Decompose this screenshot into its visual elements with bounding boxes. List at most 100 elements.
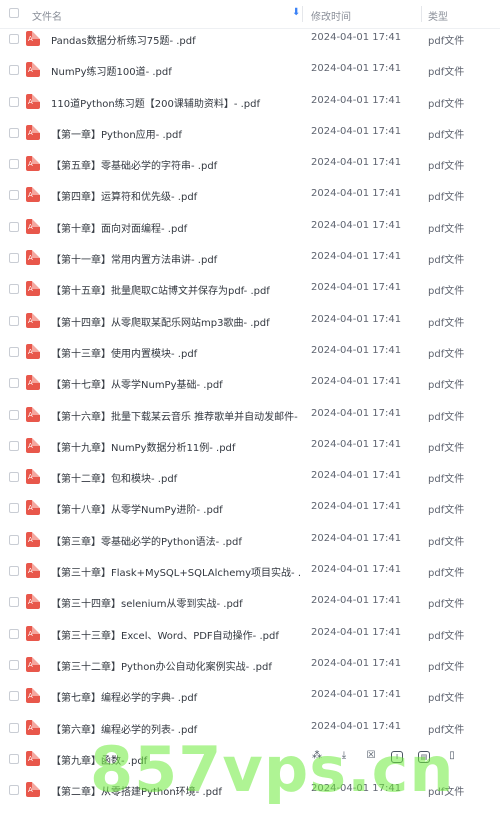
file-row[interactable]: A 【第十一章】常用内置方法串讲- .pdf 2024-04-01 17:41 pdf… (0, 242, 500, 273)
delete-icon[interactable]: ☒ (364, 749, 378, 763)
rename-icon[interactable]: I (391, 750, 403, 763)
row-checkbox[interactable] (9, 65, 19, 76)
file-row[interactable]: A 【第三十章】Flask+MySQL+SQLAlchemy项目实战- .pdf 2… (0, 555, 500, 586)
file-name[interactable]: 110道Python练习题【200课辅助资料】- .pdf (51, 95, 301, 110)
file-modified-time: 2024-04-01 17:41 (311, 720, 402, 732)
file-row[interactable]: A 【第一章】Python应用- .pdf 2024-04-01 17:41 pdf文… (0, 117, 500, 148)
column-time-header[interactable]: 修改时间 (311, 8, 351, 23)
file-name[interactable]: 【第三十章】Flask+MySQL+SQLAlchemy项目实战- .pdf (51, 564, 301, 579)
file-row[interactable]: A 【第三章】零基础必学的Python语法- .pdf 2024-04-01 17:… (0, 524, 500, 555)
file-name[interactable]: 【第十六章】批量下载某云音乐 推荐歌单并自动发邮件- .... (51, 408, 301, 423)
row-checkbox[interactable] (9, 472, 19, 483)
file-row[interactable]: A 【第十八章】从零学NumPy进阶- .pdf 2024-04-01 17:41 p… (0, 492, 500, 523)
row-checkbox[interactable] (9, 628, 19, 639)
row-checkbox[interactable] (9, 597, 19, 608)
file-row[interactable]: A 【第七章】编程必学的字典- .pdf 2024-04-01 17:41 pdf文件 (0, 680, 500, 711)
pdf-file-icon: A (26, 594, 40, 610)
row-checkbox[interactable] (9, 566, 19, 577)
file-name[interactable]: 【第九章】函数- .pdf (51, 752, 301, 767)
file-name[interactable]: NumPy练习题100道- .pdf (51, 63, 301, 78)
file-name[interactable]: 【第十九章】NumPy数据分析11例- .pdf (51, 439, 301, 454)
move-icon[interactable]: ▤ (418, 750, 430, 763)
file-row[interactable]: A 【第十章】面向对面编程- .pdf 2024-04-01 17:41 pdf文件 (0, 211, 500, 242)
file-row[interactable]: A 【第十三章】使用内置模块- .pdf 2024-04-01 17:41 pdf文件 (0, 336, 500, 367)
row-checkbox[interactable] (9, 96, 19, 107)
pdf-file-icon: A (26, 312, 40, 328)
file-modified-time: 2024-04-01 17:41 (311, 94, 402, 106)
file-row[interactable]: A 【第五章】零基础必学的字符串- .pdf 2024-04-01 17:41 pdf… (0, 148, 500, 179)
file-name[interactable]: 【第四章】运算符和优先级- .pdf (51, 188, 301, 203)
row-checkbox[interactable] (9, 221, 19, 232)
pdf-file-icon: A (26, 93, 40, 109)
file-modified-time: 2024-04-01 17:41 (311, 63, 402, 75)
row-checkbox[interactable] (9, 753, 19, 764)
row-checkbox[interactable] (9, 659, 19, 670)
file-row[interactable]: A 【第九章】函数- .pdf ⁂ ⤓ ☒ I ▤ ▯ (0, 743, 500, 774)
file-name[interactable]: Pandas数据分析练习75题- .pdf (51, 32, 301, 47)
file-type: pdf文件 (428, 411, 465, 423)
download-icon[interactable]: ⤓ (337, 749, 351, 763)
row-checkbox[interactable] (9, 503, 19, 514)
file-name[interactable]: 【第十一章】常用内置方法串讲- .pdf (51, 251, 301, 266)
file-type: pdf文件 (428, 223, 465, 235)
file-row[interactable]: A 【第十二章】包和模块- .pdf 2024-04-01 17:41 pdf文件 (0, 461, 500, 492)
file-modified-time: 2024-04-01 17:41 (311, 313, 402, 325)
row-checkbox[interactable] (9, 127, 19, 138)
file-name[interactable]: 【第十二章】包和模块- .pdf (51, 470, 301, 485)
row-checkbox[interactable] (9, 284, 19, 295)
row-checkbox[interactable] (9, 534, 19, 545)
row-checkbox[interactable] (9, 346, 19, 357)
file-name[interactable]: 【第七章】编程必学的字典- .pdf (51, 689, 301, 704)
file-row[interactable]: A 【第三十四章】selenium从零到实战- .pdf 2024-04-01 17… (0, 586, 500, 617)
file-name[interactable]: 【第六章】编程必学的列表- .pdf (51, 721, 301, 736)
row-checkbox[interactable] (9, 691, 19, 702)
file-name[interactable]: 【第二章】从零搭建Python环境- .pdf (51, 783, 301, 798)
file-row[interactable]: A 【第十九章】NumPy数据分析11例- .pdf 2024-04-01 17:4… (0, 430, 500, 461)
file-row[interactable]: A 【第十五章】批量爬取C站博文并保存为pdf- .pdf 2024-04-01 1… (0, 273, 500, 304)
row-checkbox[interactable] (9, 722, 19, 733)
row-checkbox[interactable] (9, 785, 19, 796)
file-modified-time: 2024-04-01 17:41 (311, 689, 402, 701)
row-checkbox[interactable] (9, 315, 19, 326)
file-row[interactable]: A 【第三十三章】Excel、Word、PDF自动操作- .pdf 2024-04-… (0, 618, 500, 649)
file-row[interactable]: A 【第六章】编程必学的列表- .pdf 2024-04-01 17:41 pdf文件 (0, 712, 500, 743)
row-checkbox[interactable] (9, 378, 19, 389)
file-name[interactable]: 【第三章】零基础必学的Python语法- .pdf (51, 533, 301, 548)
row-checkbox[interactable] (9, 440, 19, 451)
column-divider[interactable] (302, 6, 303, 22)
row-checkbox[interactable] (9, 409, 19, 420)
file-name[interactable]: 【第一章】Python应用- .pdf (51, 126, 301, 141)
file-name[interactable]: 【第十五章】批量爬取C站博文并保存为pdf- .pdf (51, 282, 301, 297)
column-type-header[interactable]: 类型 (428, 8, 448, 23)
more-icon[interactable]: ▯ (445, 749, 459, 763)
file-name[interactable]: 【第十三章】使用内置模块- .pdf (51, 345, 301, 360)
file-name[interactable]: 【第五章】零基础必学的字符串- .pdf (51, 157, 301, 172)
file-name[interactable]: 【第十章】面向对面编程- .pdf (51, 220, 301, 235)
file-name[interactable]: 【第十八章】从零学NumPy进阶- .pdf (51, 501, 301, 516)
select-all-checkbox[interactable] (9, 8, 19, 18)
column-divider[interactable] (421, 6, 422, 22)
file-row[interactable]: A 【第二章】从零搭建Python环境- .pdf 2024-04-01 17:41… (0, 774, 500, 805)
row-checkbox[interactable] (9, 34, 19, 44)
file-row[interactable]: A 【第三十二章】Python办公自动化案例实战- .pdf 2024-04-01 … (0, 649, 500, 680)
row-checkbox[interactable] (9, 253, 19, 264)
file-name[interactable]: 【第十七章】从零学NumPy基础- .pdf (51, 376, 301, 391)
file-row[interactable]: A 【第十四章】从零爬取某配乐网站mp3歌曲- .pdf 2024-04-01 17… (0, 305, 500, 336)
pdf-file-icon: A (26, 218, 40, 234)
share-icon[interactable]: ⁂ (310, 749, 324, 763)
column-name-header[interactable]: 文件名 (32, 8, 62, 23)
file-row[interactable]: A Pandas数据分析练习75题- .pdf 2024-04-01 17:41 pd… (0, 23, 500, 54)
file-name[interactable]: 【第三十三章】Excel、Word、PDF自动操作- .pdf (51, 627, 301, 642)
file-name[interactable]: 【第三十四章】selenium从零到实战- .pdf (51, 595, 301, 610)
file-row[interactable]: A 110道Python练习题【200课辅助资料】- .pdf 2024-04-01… (0, 86, 500, 117)
row-checkbox[interactable] (9, 190, 19, 201)
file-row[interactable]: A 【第四章】运算符和优先级- .pdf 2024-04-01 17:41 pdf文件 (0, 179, 500, 210)
file-name[interactable]: 【第十四章】从零爬取某配乐网站mp3歌曲- .pdf (51, 314, 301, 329)
file-row[interactable]: A NumPy练习题100道- .pdf 2024-04-01 17:41 pdf文件 (0, 54, 500, 85)
file-row[interactable]: A 【第十七章】从零学NumPy基础- .pdf 2024-04-01 17:41 p… (0, 367, 500, 398)
row-checkbox[interactable] (9, 159, 19, 170)
file-row[interactable]: A 【第十六章】批量下载某云音乐 推荐歌单并自动发邮件- .... 2024-04-… (0, 399, 500, 430)
arrow-down-icon[interactable]: ⬇ (292, 7, 300, 18)
file-name[interactable]: 【第三十二章】Python办公自动化案例实战- .pdf (51, 658, 301, 673)
file-modified-time: 2024-04-01 17:41 (311, 532, 402, 544)
